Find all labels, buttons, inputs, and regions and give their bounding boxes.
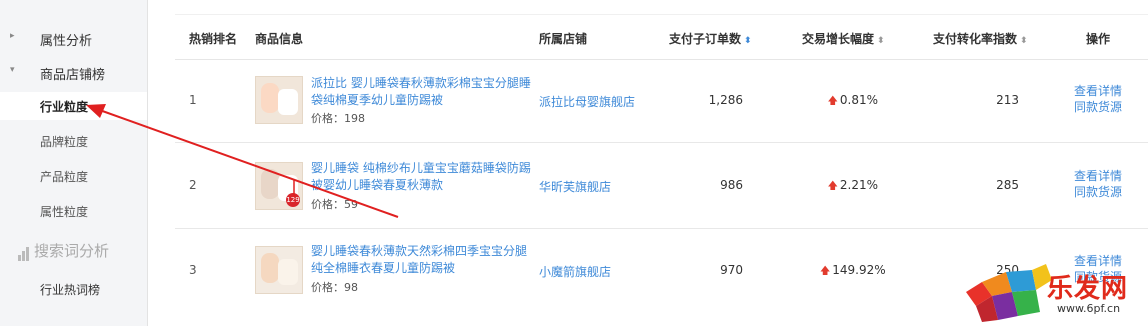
product-name-link[interactable]: 婴儿睡袋 纯棉纱布儿童宝宝蘑菇睡袋防踢被婴幼儿睡袋春夏秋薄款 xyxy=(311,160,531,194)
same-source-link[interactable]: 同款货源 xyxy=(1074,99,1148,115)
action-cell: 查看详情 同款货源 xyxy=(1074,83,1148,115)
sidebar-item-industry-granularity[interactable]: 行业粒度 xyxy=(0,92,147,120)
header-rank: 热销排名 xyxy=(189,32,238,46)
growth-value: 2.21% xyxy=(839,178,878,192)
sort-icon[interactable]: ⬍ xyxy=(877,36,885,46)
same-source-link[interactable]: 同款货源 xyxy=(1074,184,1148,200)
header-orders[interactable]: 支付子订单数 ⬍ xyxy=(669,30,752,47)
arrow-up-icon: 🡅 xyxy=(820,266,831,277)
section-title: 搜索词分析 xyxy=(34,242,110,260)
orders-cell: 970 xyxy=(720,263,743,277)
table-row: 2 129 婴儿睡袋 纯棉纱布儿童宝宝蘑菇睡袋防踢被婴幼儿睡袋春夏秋薄款 价格：… xyxy=(175,142,1148,229)
sidebar-item-label: 属性分析 xyxy=(40,34,93,49)
table-header: 热销排名 商品信息 所属店铺 支付子订单数 ⬍ 交易增长幅度 ⬍ 支付转化率指数 ⬍ … xyxy=(175,14,1148,60)
product-thumbnail[interactable]: 129 xyxy=(255,162,303,210)
shop-link[interactable]: 派拉比母婴旗舰店 xyxy=(539,93,635,110)
product-name-link[interactable]: 派拉比 婴儿睡袋春秋薄款彩棉宝宝分腿睡袋纯棉夏季幼儿童防踢被 xyxy=(311,75,531,109)
product-thumbnail[interactable] xyxy=(255,246,303,294)
action-cell: 查看详情 同款货源 xyxy=(1074,168,1148,200)
growth-cell: 🡅 149.92% xyxy=(820,263,886,281)
product-name-link[interactable]: 婴儿睡袋春秋薄款天然彩棉四季宝宝分腿纯全棉睡衣春夏儿童防踢被 xyxy=(311,243,531,277)
view-details-link[interactable]: 查看详情 xyxy=(1074,83,1148,99)
badge: 129 xyxy=(286,193,300,207)
sidebar-item-industry-hot-words[interactable]: 行业热词榜 xyxy=(0,278,147,300)
sidebar-item-label: 行业粒度 xyxy=(40,100,89,114)
product-price: 价格：98 xyxy=(311,281,358,294)
sidebar-item-label: 行业热词榜 xyxy=(40,283,101,297)
growth-cell: 🡅 2.21% xyxy=(820,178,878,196)
table-row: 1 派拉比 婴儿睡袋春秋薄款彩棉宝宝分腿睡袋纯棉夏季幼儿童防踢被 价格：198 … xyxy=(175,58,1148,143)
watermark-url: www.6pf.cn xyxy=(1057,302,1121,315)
growth-cell: 🡅 0.81% xyxy=(820,93,878,111)
conversion-cell: 285 xyxy=(996,178,1019,192)
header-action: 操作 xyxy=(1086,32,1111,46)
conversion-cell: 213 xyxy=(996,93,1019,107)
header-product: 商品信息 xyxy=(255,32,304,46)
sidebar-item-label: 属性粒度 xyxy=(40,205,89,219)
header-orders-label: 支付子订单数 xyxy=(669,32,742,46)
growth-value: 149.92% xyxy=(832,263,886,277)
sidebar: ▸ 属性分析 ▾ 商品店铺榜 行业粒度 品牌粒度 产品粒度 属性粒度 搜索词分析… xyxy=(0,0,148,326)
sidebar-item-product-shop-rank[interactable]: ▾ 商品店铺榜 xyxy=(0,62,147,84)
sidebar-item-brand-granularity[interactable]: 品牌粒度 xyxy=(0,130,147,152)
chevron-right-icon: ▸ xyxy=(10,31,15,41)
orders-cell: 1,286 xyxy=(708,93,743,107)
arrow-up-icon: 🡅 xyxy=(827,96,838,107)
header-conversion[interactable]: 支付转化率指数 ⬍ xyxy=(933,30,1028,47)
rank-cell: 1 xyxy=(189,93,197,107)
orders-cell: 986 xyxy=(720,178,743,192)
product-thumbnail[interactable] xyxy=(255,76,303,124)
sidebar-item-attribute-analysis[interactable]: ▸ 属性分析 xyxy=(0,28,147,50)
sidebar-item-label: 品牌粒度 xyxy=(40,135,89,149)
view-details-link[interactable]: 查看详情 xyxy=(1074,168,1148,184)
header-conversion-label: 支付转化率指数 xyxy=(933,32,1018,46)
sort-icon[interactable]: ⬍ xyxy=(1020,36,1028,46)
chevron-down-icon: ▾ xyxy=(10,65,15,75)
watermark-text: 乐发网 xyxy=(1047,274,1129,304)
sidebar-item-label: 产品粒度 xyxy=(40,170,89,184)
sidebar-section-search-analysis[interactable]: 搜索词分析 xyxy=(18,240,109,261)
shop-link[interactable]: 小魔箭旗舰店 xyxy=(539,263,611,280)
header-shop: 所属店铺 xyxy=(539,32,588,46)
shop-link[interactable]: 华昕芙旗舰店 xyxy=(539,178,611,195)
sort-icon[interactable]: ⬍ xyxy=(744,36,752,46)
header-growth-label: 交易增长幅度 xyxy=(802,32,875,46)
product-price: 价格：198 xyxy=(311,112,365,125)
sidebar-item-attribute-granularity[interactable]: 属性粒度 xyxy=(0,200,147,222)
header-growth[interactable]: 交易增长幅度 ⬍ xyxy=(802,30,885,47)
sidebar-item-product-granularity[interactable]: 产品粒度 xyxy=(0,165,147,187)
product-price: 价格：59 xyxy=(311,198,358,211)
growth-value: 0.81% xyxy=(839,93,878,107)
rank-cell: 3 xyxy=(189,263,197,277)
rank-cell: 2 xyxy=(189,178,197,192)
bar-chart-icon xyxy=(18,243,30,261)
sidebar-item-label: 商品店铺榜 xyxy=(40,68,106,83)
arrow-up-icon: 🡅 xyxy=(827,181,838,192)
